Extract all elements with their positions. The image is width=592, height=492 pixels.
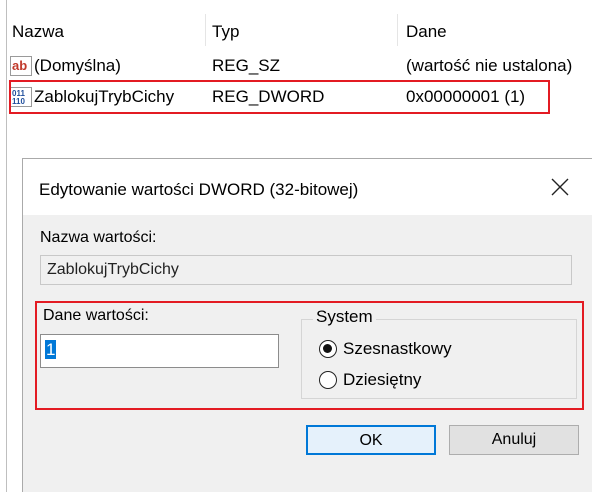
dialog-title: Edytowanie wartości DWORD (32-bitowej) <box>39 180 359 199</box>
highlight-box <box>9 80 550 114</box>
column-divider[interactable] <box>397 14 398 46</box>
value-name-label: Nazwa wartości: <box>40 229 157 246</box>
value-name: (Domyślna) <box>34 56 121 75</box>
value-name-field: ZablokujTrybCichy <box>40 255 572 285</box>
list-item[interactable]: ab (Domyślna) REG_SZ (wartość nie ustalo… <box>0 54 592 80</box>
value-data: (wartość nie ustalona) <box>406 56 573 75</box>
column-divider[interactable] <box>205 14 206 46</box>
value-type: REG_SZ <box>212 56 281 75</box>
ok-button[interactable]: OK <box>306 425 436 455</box>
registry-values-list: Nazwa Typ Dane ab (Domyślna) REG_SZ (war… <box>0 0 592 130</box>
column-header-name[interactable]: Nazwa <box>12 22 64 42</box>
column-header-data[interactable]: Dane <box>406 22 447 42</box>
highlight-box <box>35 301 584 410</box>
edit-dword-dialog: Edytowanie wartości DWORD (32-bitowej) N… <box>22 158 592 492</box>
close-icon[interactable] <box>548 175 572 199</box>
svg-text:ab: ab <box>12 58 27 73</box>
string-value-icon: ab <box>10 56 32 76</box>
dialog-titlebar[interactable]: Edytowanie wartości DWORD (32-bitowej) <box>23 159 592 215</box>
cancel-button[interactable]: Anuluj <box>449 425 579 455</box>
column-header-type[interactable]: Typ <box>212 22 239 42</box>
